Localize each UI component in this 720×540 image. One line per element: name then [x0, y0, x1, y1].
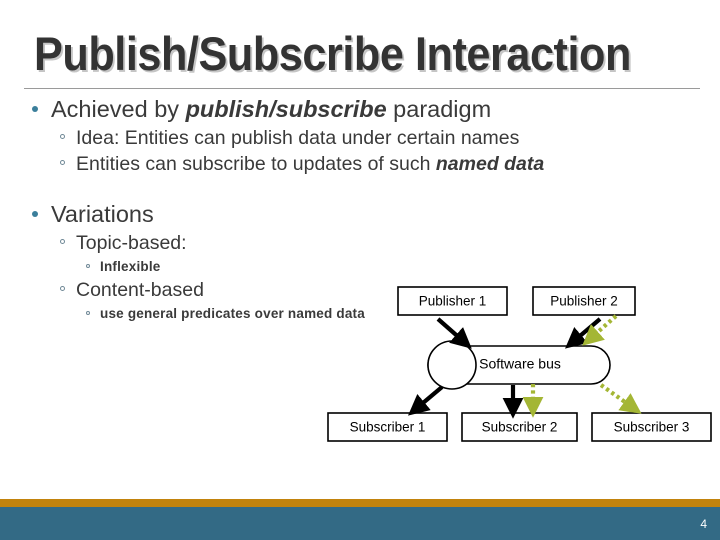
node-publisher-2: Publisher 2 [532, 286, 636, 316]
bullet-idea-publish: Idea: Entities can publish data under ce… [24, 125, 664, 151]
bullet-marker-icon [86, 311, 90, 315]
node-label: Publisher 2 [550, 294, 618, 309]
page-title: Publish/Subscribe Interaction [34, 27, 631, 80]
bullet-marker-icon [60, 160, 65, 165]
bullet-topic-based: Topic-based: [24, 230, 664, 256]
bullet-text-post: paradigm [386, 96, 492, 122]
node-subscriber-3: Subscriber 3 [591, 412, 712, 442]
bullet-marker-icon [60, 239, 65, 244]
arrow-publisher2-to-bus [565, 317, 602, 349]
bullet-variations: Variations [24, 199, 664, 229]
bullet-text: Topic-based: [76, 232, 187, 254]
node-label: Publisher 1 [419, 294, 487, 309]
bullet-achieved-by: Achieved by publish/subscribe paradigm [24, 94, 664, 124]
page-number: 4 [700, 517, 707, 531]
bullet-marker-icon [32, 211, 38, 217]
bullet-inflexible: Inflexible [24, 256, 664, 277]
bullet-text: Inflexible [100, 259, 161, 274]
bullet-text: Content-based [76, 279, 204, 301]
node-label: Subscriber 3 [614, 420, 690, 435]
title-divider [24, 88, 700, 89]
publish-subscribe-diagram: Publisher 1 Publisher 2 Software bus Sub… [320, 280, 720, 460]
arrow-publisher2-to-bus-secondary [582, 314, 618, 346]
bullet-marker-icon [60, 286, 65, 291]
node-label: Subscriber 2 [482, 420, 558, 435]
bullet-text-emphasis: publish/subscribe [185, 96, 387, 122]
arrow-bus-to-subscriber1 [407, 385, 444, 416]
node-software-bus: Software bus [427, 340, 611, 390]
node-subscriber-1: Subscriber 1 [327, 412, 448, 442]
node-publisher-1: Publisher 1 [397, 286, 508, 316]
node-label: Subscriber 1 [350, 420, 426, 435]
bullet-marker-icon [32, 106, 38, 112]
bullet-text-pre: Achieved by [51, 96, 186, 122]
node-label: Software bus [479, 356, 561, 372]
bullet-marker-icon [86, 264, 90, 268]
bullet-text-pre: Entities can subscribe to updates of suc… [76, 153, 436, 175]
bullet-text-emphasis: named data [435, 153, 545, 175]
bullet-subscribe-updates: Entities can subscribe to updates of suc… [24, 151, 664, 177]
bullet-marker-icon [60, 134, 65, 139]
bullet-text: Idea: Entities can publish data under ce… [76, 127, 520, 149]
footer-accent-bar [0, 499, 720, 507]
footer-band [0, 507, 720, 540]
arrow-publisher1-to-bus [436, 317, 472, 349]
arrow-bus-to-subscriber3 [599, 383, 642, 414]
bullet-text: Variations [51, 201, 154, 227]
node-subscriber-2: Subscriber 2 [461, 412, 578, 442]
